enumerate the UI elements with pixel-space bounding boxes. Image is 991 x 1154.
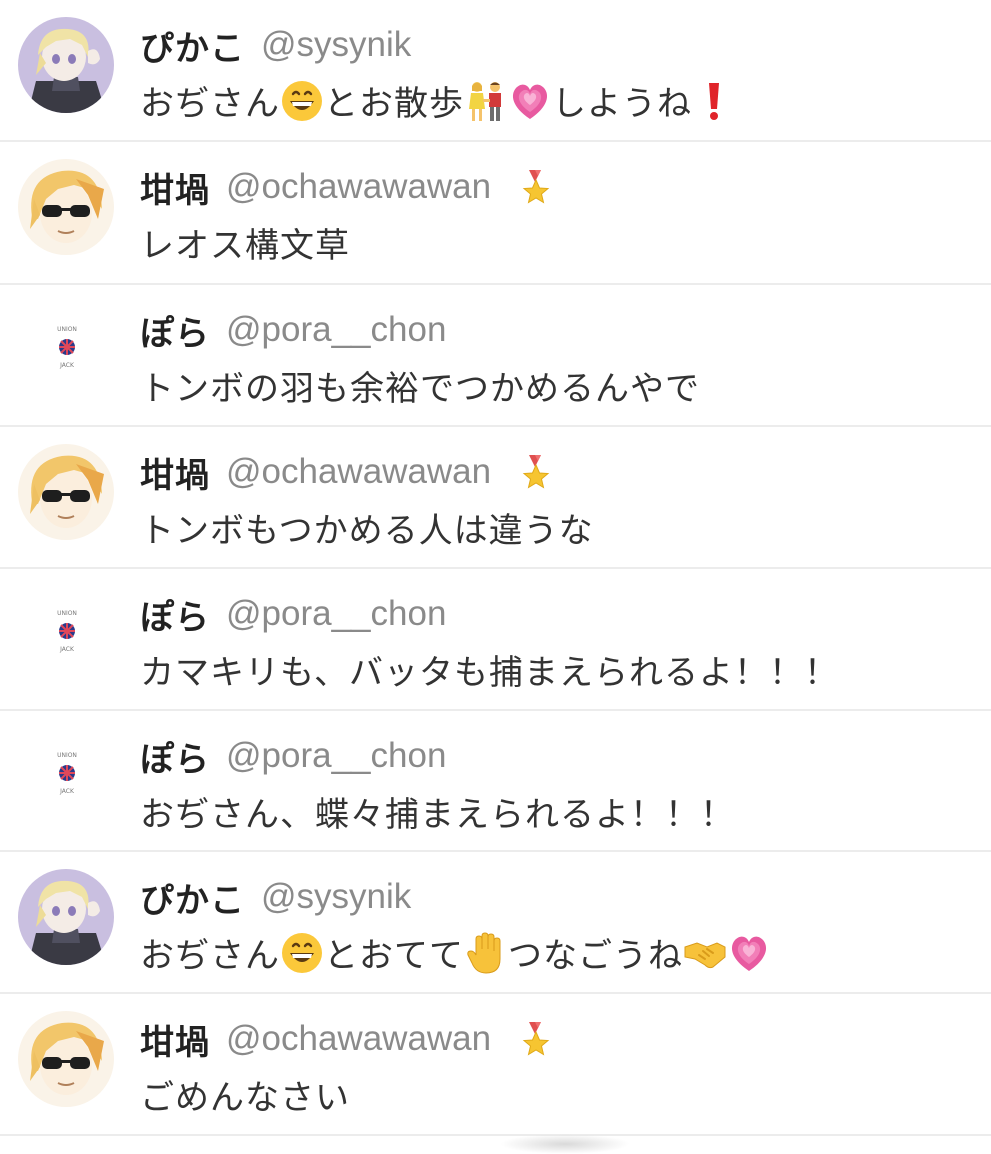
svg-text:JACK: JACK [59, 646, 75, 653]
reply-header: ぴかこ @sysynik [140, 873, 411, 922]
svg-text:UNION: UNION [57, 752, 77, 759]
message-text: レオス構文草 [140, 226, 350, 266]
reply-message: カマキリも、バッタも捕まえられるよ！！！ [140, 645, 839, 694]
display-name[interactable]: ぴかこ [140, 873, 245, 922]
user-handle[interactable]: @sysynik [261, 877, 411, 917]
message-text: カマキリも、バッタも捕まえられるよ！！！ [140, 653, 839, 693]
reply-header: 坩堝 @ochawawawan [140, 448, 553, 497]
message-text: おぢさん [140, 936, 280, 976]
display-name[interactable]: ぽら [140, 306, 210, 355]
reply-header: 坩堝 @ochawawawan [140, 163, 553, 212]
display-name[interactable]: ぽら [140, 732, 210, 781]
user-handle[interactable]: @sysynik [261, 25, 411, 65]
reply-item[interactable]: ぴかこ @sysynik おぢさん とおてて つなごうね [0, 852, 991, 994]
reply-item[interactable]: UNION JACK ぽら @pora__chon カマキリも、バッタも捕まえられる… [0, 569, 991, 711]
message-text: とおてて [324, 936, 464, 976]
display-name[interactable]: 坩堝 [140, 163, 210, 212]
medal-icon [519, 168, 553, 206]
raised-hand-emoji [464, 931, 508, 975]
svg-text:JACK: JACK [59, 788, 75, 795]
reply-message: レオス構文草 [140, 218, 350, 267]
reply-item[interactable]: 坩堝 @ochawawawan レオス構文草 [0, 142, 991, 285]
svg-text:UNION: UNION [57, 326, 77, 333]
reply-header: ぴかこ @sysynik [140, 21, 411, 70]
red-exclamation-emoji [692, 79, 736, 123]
avatar-pikako[interactable] [18, 17, 114, 113]
scroll-shadow [500, 1134, 630, 1154]
reply-item[interactable]: UNION JACK ぽら @pora__chon トンボの羽も余裕でつかめるんやで [0, 285, 991, 427]
user-handle[interactable]: @ochawawawan [226, 167, 491, 207]
svg-text:UNION: UNION [57, 610, 77, 617]
message-text: おぢさん [140, 84, 280, 124]
reply-header: 坩堝 @ochawawawan [140, 1015, 553, 1064]
growing-heart-emoji [727, 931, 771, 975]
user-handle[interactable]: @pora__chon [226, 594, 446, 634]
user-handle[interactable]: @pora__chon [226, 736, 446, 776]
couple-holding-hands-emoji [464, 79, 508, 123]
display-name[interactable]: 坩堝 [140, 448, 210, 497]
reply-item[interactable]: 坩堝 @ochawawawan ごめんなさい [0, 994, 991, 1136]
avatar-ochawawawan[interactable] [18, 159, 114, 255]
avatar-pikako[interactable] [18, 869, 114, 965]
reply-feed: ぴかこ @sysynik おぢさん とお散歩 しようね 坩堝 @ochawawaw [0, 0, 991, 1154]
reply-message: トンボもつかめる人は違うな [140, 503, 594, 552]
display-name[interactable]: 坩堝 [140, 1015, 210, 1064]
message-text: おぢさん、蝶々捕まえられるよ！！！ [140, 795, 735, 835]
avatar-pora[interactable]: UNION JACK [47, 748, 87, 798]
svg-text:JACK: JACK [59, 362, 75, 369]
display-name[interactable]: ぽら [140, 590, 210, 639]
reply-header: ぽら @pora__chon [140, 590, 446, 639]
reply-message: おぢさん とお散歩 しようね [140, 76, 736, 125]
growing-heart-emoji [508, 79, 552, 123]
message-text: とお散歩 [324, 84, 464, 124]
avatar-pora[interactable]: UNION JACK [47, 606, 87, 656]
reply-message: おぢさん とおてて つなごうね [140, 928, 771, 977]
user-handle[interactable]: @pora__chon [226, 310, 446, 350]
grinning-face-emoji [280, 79, 324, 123]
reply-item[interactable]: UNION JACK ぽら @pora__chon おぢさん、蝶々捕まえられるよ！！… [0, 711, 991, 852]
reply-item[interactable]: 坩堝 @ochawawawan トンボもつかめる人は違うな [0, 427, 991, 569]
avatar-ochawawawan[interactable] [18, 1011, 114, 1107]
message-text: しようね [552, 84, 692, 124]
reply-header: ぽら @pora__chon [140, 306, 446, 355]
avatar-ochawawawan[interactable] [18, 444, 114, 540]
medal-icon [519, 453, 553, 491]
avatar-pora[interactable]: UNION JACK [47, 322, 87, 372]
user-handle[interactable]: @ochawawawan [226, 452, 491, 492]
message-text: トンボもつかめる人は違うな [140, 511, 594, 551]
display-name[interactable]: ぴかこ [140, 21, 245, 70]
reply-message: トンボの羽も余裕でつかめるんやで [140, 361, 700, 410]
message-text: つなごうね [508, 936, 683, 976]
user-handle[interactable]: @ochawawawan [226, 1019, 491, 1059]
handshake-emoji [683, 931, 727, 975]
reply-item[interactable]: ぴかこ @sysynik おぢさん とお散歩 しようね [0, 0, 991, 142]
reply-message: ごめんなさい [140, 1070, 350, 1119]
reply-header: ぽら @pora__chon [140, 732, 446, 781]
reply-message: おぢさん、蝶々捕まえられるよ！！！ [140, 787, 735, 836]
grinning-face-emoji [280, 931, 324, 975]
message-text: ごめんなさい [140, 1078, 350, 1118]
medal-icon [519, 1020, 553, 1058]
message-text: トンボの羽も余裕でつかめるんやで [140, 369, 700, 409]
